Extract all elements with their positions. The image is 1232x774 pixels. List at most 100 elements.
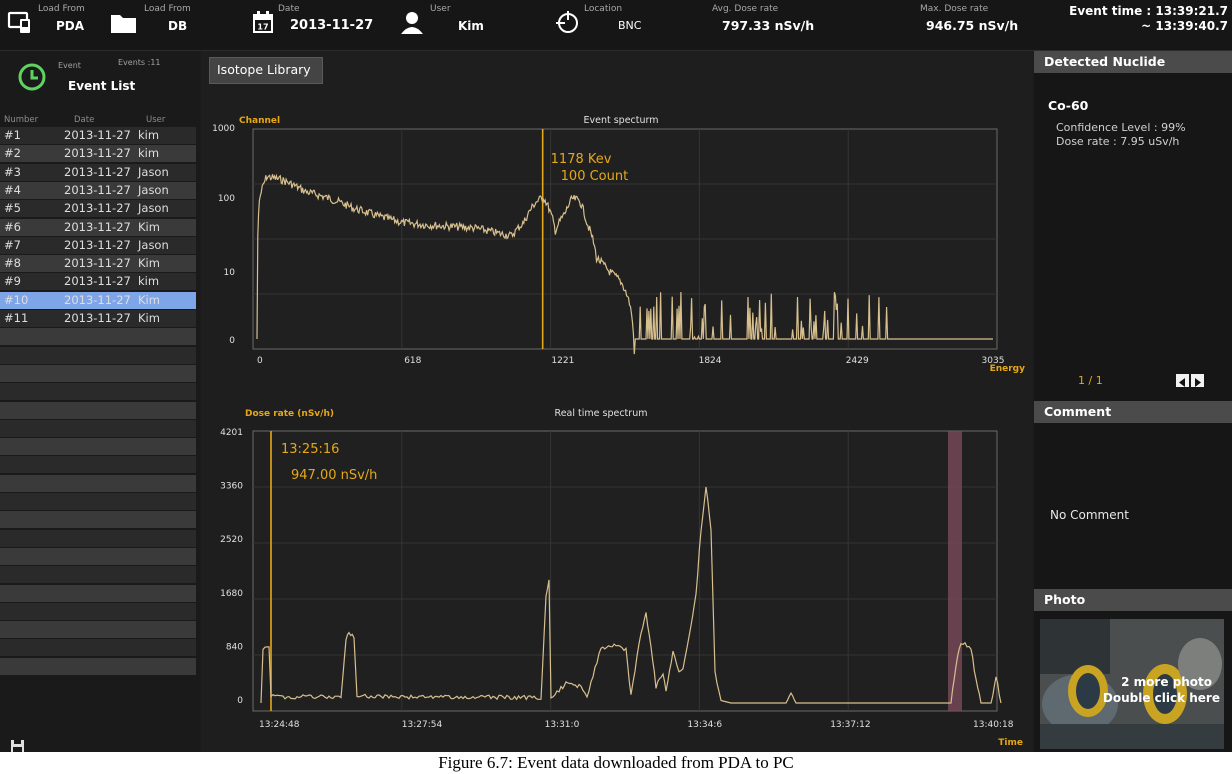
event-user: Kim — [138, 292, 160, 307]
tick-label: 2520 — [220, 535, 243, 545]
event-list-row[interactable]: #9 2013-11-27 kim — [0, 273, 196, 291]
event-list-row[interactable]: #1 2013-11-27 kim — [0, 127, 196, 144]
event-list-row[interactable]: #2 2013-11-27 kim — [0, 145, 196, 163]
chart-title: Real time spectrum — [555, 408, 648, 419]
empty-list-row — [0, 364, 196, 382]
comment-text: No Comment — [1050, 508, 1129, 522]
tick-label: 1824 — [699, 356, 722, 366]
photo-title: Photo — [1044, 592, 1086, 607]
event-user: kim — [138, 128, 160, 142]
empty-list-row — [0, 438, 196, 456]
event-spectrum-chart: 1000 100 10 0 Channel Event specturm Ene… — [212, 115, 1025, 374]
tick-label: 840 — [226, 642, 243, 652]
nuclide-name: Co-60 — [1048, 98, 1089, 113]
marker-time-label: 13:25:16 — [281, 442, 339, 457]
event-number: #2 — [4, 146, 21, 161]
event-list-row[interactable]: #7 2013-11-27 Jason — [0, 236, 196, 254]
y-tick-label: 100 — [218, 194, 235, 204]
event-list-row[interactable]: #5 2013-11-27 Jason — [0, 200, 196, 218]
empty-list-row — [0, 456, 196, 474]
avg-dose-rate-display: Avg. Dose rate 797.33 nSv/h — [712, 4, 815, 33]
tick-label: 1221 — [551, 356, 574, 366]
event-number: #8 — [4, 256, 21, 271]
event-list-row[interactable]: #8 2013-11-27 Kim — [0, 255, 196, 273]
isotope-library-button[interactable]: Isotope Library — [209, 57, 323, 84]
empty-list-row — [0, 328, 196, 346]
nuclide-dose-rate: Dose rate : 7.95 uSv/h — [1056, 135, 1180, 148]
event-number: #7 — [4, 237, 21, 252]
y-tick-labels: 4201 3360 2520 1680 840 0 — [220, 428, 243, 706]
event-date: 2013-11-27 — [64, 164, 131, 179]
empty-list-row — [0, 419, 196, 437]
empty-list-row — [0, 621, 196, 639]
event-number: #5 — [4, 201, 21, 216]
y-tick-label: 1000 — [212, 124, 235, 134]
event-list-row[interactable]: #4 2013-11-27 Jason — [0, 181, 196, 199]
x-tick-labels: 13:24:48 13:27:54 13:31:0 13:34:6 13:37:12 13… — [259, 720, 1014, 730]
photo-hint-text: Double click here — [1102, 691, 1220, 705]
event-number: #9 — [4, 274, 21, 289]
event-list-row[interactable]: #6 2013-11-27 Kim — [0, 218, 196, 236]
photo-header: Photo — [1034, 589, 1232, 611]
empty-list-row — [0, 639, 196, 657]
event-user: Kim — [138, 256, 160, 271]
next-page-button[interactable] — [1191, 374, 1204, 387]
event-number: #4 — [4, 182, 21, 197]
empty-list-row — [0, 657, 196, 675]
empty-list-row — [0, 584, 196, 602]
empty-list-row — [0, 566, 196, 584]
clock-icon — [18, 63, 46, 91]
empty-list-row — [0, 493, 196, 510]
event-user: Jason — [138, 164, 169, 179]
event-list-sidebar: Event Events :11 Event List Number Date … — [0, 51, 200, 752]
x-axis-label: Time — [998, 738, 1023, 746]
x-tick-labels: 0 618 1221 1824 2429 3035 — [257, 356, 1004, 366]
tick-label: 0 — [257, 356, 263, 366]
folder-icon — [111, 15, 136, 33]
empty-list-row — [0, 383, 196, 401]
calendar-icon: 17 — [253, 11, 273, 33]
event-date: 2013-11-27 — [64, 146, 131, 161]
load-from-db-button[interactable]: Load From DB — [110, 4, 200, 46]
column-header-date: Date — [74, 115, 95, 125]
prev-page-button[interactable] — [1176, 374, 1189, 387]
comment-title: Comment — [1044, 404, 1112, 419]
event-user: Jason — [138, 201, 169, 216]
comment-header: Comment — [1034, 401, 1232, 423]
arrow-left-icon — [1179, 378, 1185, 387]
photo-thumbnail[interactable]: 2 more photo Double click here — [1040, 619, 1224, 749]
save-icon[interactable] — [10, 739, 25, 752]
empty-list-row — [0, 511, 196, 529]
tick-label: 13:24:48 — [259, 720, 300, 730]
event-date: 2013-11-27 — [64, 237, 131, 252]
tick-label: 13:37:12 — [830, 720, 870, 730]
photo-more-text: 2 more photo — [1121, 675, 1212, 689]
confidence-level: Confidence Level : 99% — [1056, 121, 1186, 134]
load-from-pda-button[interactable]: Load From PDA — [4, 4, 104, 46]
event-list-row[interactable]: #11 2013-11-27 Kim — [0, 310, 196, 327]
event-number: #11 — [4, 311, 29, 325]
event-date: 2013-11-27 — [64, 182, 131, 197]
event-user: kim — [138, 274, 160, 289]
top-toolbar: Load From PDA Load From DB 17 Date 2013-… — [0, 0, 1232, 51]
spectrum-panel: Isotope Library 1000 100 10 0 Channel Ev… — [201, 51, 1033, 752]
event-list-row[interactable]: #10 2013-11-27 Kim — [0, 291, 196, 309]
event-number: #1 — [4, 128, 21, 142]
event-date: 2013-11-27 — [64, 311, 131, 325]
tick-label: 618 — [404, 356, 421, 366]
event-date: 2013-11-27 — [64, 256, 131, 271]
tick-label: 13:31:0 — [545, 720, 580, 730]
tick-label: 13:40:18 — [973, 720, 1014, 730]
event-user: kim — [138, 146, 160, 161]
date-display: 17 Date 2013-11-27 — [252, 4, 373, 46]
empty-list-row — [0, 602, 196, 620]
tick-label: 1680 — [220, 589, 243, 599]
event-time-display: Event time : 13:39:21.7 ~ 13:39:40.7 — [1069, 4, 1228, 33]
event-user: Jason — [138, 182, 169, 197]
app-window: Load From PDA Load From DB 17 Date 2013-… — [0, 0, 1232, 752]
location-display: Location BNC — [556, 4, 666, 46]
event-list-row[interactable]: #3 2013-11-27 Jason — [0, 163, 196, 181]
tick-label: 3035 — [982, 356, 1005, 366]
marker-energy-label: 1178 Kev — [551, 152, 612, 167]
event-user: Kim — [138, 311, 160, 325]
